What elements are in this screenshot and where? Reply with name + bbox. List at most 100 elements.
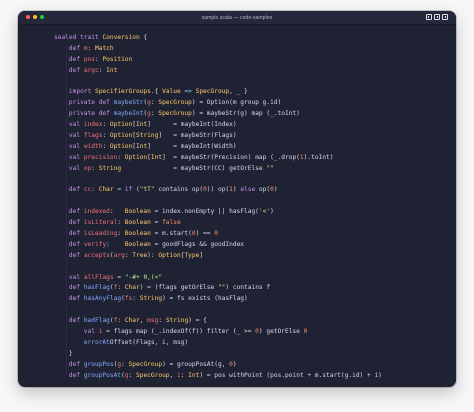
code-line[interactable]: def cc: Char = if ("tT" contains op(0)) … xyxy=(54,185,448,196)
code-token: = maybeStr(CC) getOrElse xyxy=(121,164,267,172)
code-line[interactable]: def groupPosAt(g: SpecGroup, i: Int) = p… xyxy=(54,371,448,382)
code-token: Char xyxy=(124,284,140,292)
code-token: def xyxy=(98,99,114,107)
code-token: ) = fs exists (hasFlag) xyxy=(162,295,248,303)
code-token: argc xyxy=(83,66,99,74)
code-line[interactable] xyxy=(54,262,448,273)
code-line[interactable]: val precision: Option[Int] = maybeStr(Pr… xyxy=(54,153,448,164)
code-token: String xyxy=(165,317,189,325)
right-panel-layout-icon[interactable] xyxy=(442,14,448,20)
code-token: def xyxy=(54,55,84,63)
code-token: val xyxy=(54,132,84,140)
code-token: val xyxy=(54,142,84,150)
code-token: : xyxy=(91,186,99,194)
code-line[interactable]: def isLeading: Boolean = m.start(0) == 0 xyxy=(54,229,448,240)
code-line[interactable]: def m: Match xyxy=(54,44,448,55)
code-line[interactable]: def groupPos(g: SpecGroup) = groupPosAt(… xyxy=(54,360,448,371)
code-token: = index.nonEmpty || hasFlag( xyxy=(150,208,259,216)
code-token: def xyxy=(98,110,114,118)
code-line[interactable]: val flags: Option[String] = maybeStr(Fla… xyxy=(54,131,448,142)
code-token: SpecGroup xyxy=(158,110,192,118)
code-token: SpecGroup xyxy=(158,99,192,107)
code-token: def xyxy=(54,360,84,368)
code-token: groupPos xyxy=(83,360,114,368)
code-line[interactable]: def indexed: Boolean = index.nonEmpty ||… xyxy=(54,207,448,218)
code-token: verify xyxy=(83,240,107,248)
code-token: def xyxy=(54,251,84,259)
code-token: '<' xyxy=(258,208,271,216)
code-line[interactable]: val width: Option[Int] = maybeInt(Width) xyxy=(54,142,448,153)
code-line[interactable]: def argc: Int xyxy=(54,66,448,77)
code-token: Option xyxy=(124,153,148,161)
code-line[interactable]: private def maybeStr(g: SpecGroup) = Opt… xyxy=(54,98,448,109)
code-line[interactable] xyxy=(54,175,448,186)
code-token: "tT" xyxy=(139,186,155,194)
code-line[interactable]: val op: String = maybeStr(CC) getOrElse … xyxy=(54,164,448,175)
code-token: ) = maybeStr(g) map (_.toInt) xyxy=(191,110,300,118)
code-token: val xyxy=(54,164,84,172)
code-token: ) = groupPosAt(g, xyxy=(162,360,230,368)
code-token: maybeInt xyxy=(113,110,144,118)
sidebar-layout-icon[interactable] xyxy=(426,14,432,20)
code-token: width xyxy=(83,142,103,150)
code-token: else xyxy=(240,186,256,194)
code-token: Type xyxy=(184,251,200,259)
code-token: hasFlag xyxy=(83,284,110,292)
code-editor[interactable]: sealed trait Conversion { def m: Match d… xyxy=(18,25,456,387)
code-line[interactable] xyxy=(54,196,448,207)
code-token: indexed xyxy=(83,208,110,216)
code-line[interactable]: def verify: Boolean = goodFlags && goodI… xyxy=(54,240,448,251)
code-line[interactable]: def badFlag(f: Char, msg: String) = { xyxy=(54,316,448,327)
code-token: def xyxy=(54,295,84,303)
code-line[interactable]: sealed trait Conversion { xyxy=(54,33,448,44)
minimize-dot-icon[interactable] xyxy=(33,15,37,19)
code-token: Option xyxy=(158,251,181,259)
code-token: ] xyxy=(199,251,204,259)
scala-source-code[interactable]: sealed trait Conversion { def m: Match d… xyxy=(54,33,448,382)
code-token: Match xyxy=(95,44,114,52)
code-token: Boolean xyxy=(124,219,151,227)
code-token: ).toInt) xyxy=(303,153,334,161)
code-token: sealed xyxy=(54,34,81,41)
code-token: ] = maybeStr(Flags) xyxy=(158,132,237,140)
window-titlebar: sample.scala — code-samples xyxy=(18,11,456,25)
code-token: val xyxy=(54,328,99,336)
window-controls xyxy=(26,15,44,19)
code-token: Position xyxy=(102,55,133,63)
code-line[interactable]: def accepts(arg: Tree): Option[Type] xyxy=(54,251,448,262)
zoom-dot-icon[interactable] xyxy=(40,15,44,19)
code-token: SpecGroup xyxy=(136,371,170,379)
code-token: contains op( xyxy=(154,186,204,194)
code-line[interactable]: errorAtOffset(Flags, i, msg) xyxy=(54,338,448,349)
code-token: Offset(Flags, i, msg) xyxy=(109,338,189,346)
code-token: ) xyxy=(270,208,274,216)
code-token: accepts xyxy=(83,251,110,259)
code-line[interactable]: def hasAnyFlag(fs: String) = fs exists (… xyxy=(54,294,448,305)
code-line[interactable]: val index: Option[Int] = maybeInt(Index) xyxy=(54,120,448,131)
code-line[interactable] xyxy=(54,77,448,88)
split-layout-icon[interactable] xyxy=(434,14,440,20)
code-token: def xyxy=(54,208,84,216)
code-token: = xyxy=(113,273,125,281)
code-line[interactable]: def hasFlag(f: Char) = (flags getOrElse … xyxy=(54,283,448,294)
code-token: precision xyxy=(83,153,118,161)
code-line[interactable]: def pos: Position xyxy=(54,55,448,66)
code-token: Conversion xyxy=(102,34,140,41)
code-token: ) xyxy=(273,186,278,194)
code-line[interactable]: val allFlags = "-#+ 0,(<" xyxy=(54,273,448,284)
code-token: ) = (flags getOrElse xyxy=(139,284,218,292)
code-token: def xyxy=(54,44,84,52)
code-token: def xyxy=(54,230,84,238)
code-line[interactable]: import SpecifierGroups.{ Value => SpecGr… xyxy=(54,87,448,98)
code-token: val xyxy=(54,273,84,281)
code-line[interactable] xyxy=(54,305,448,316)
code-token: : xyxy=(128,371,136,379)
code-line[interactable]: private def maybeInt(g: SpecGroup) = may… xyxy=(54,109,448,120)
code-line[interactable]: } xyxy=(54,349,448,360)
code-token: { xyxy=(139,34,148,41)
code-token: ): xyxy=(147,251,159,259)
close-dot-icon[interactable] xyxy=(26,15,30,19)
window-title: sample.scala — code-samples xyxy=(201,14,273,21)
code-line[interactable]: def isLiteral: Boolean = false xyxy=(54,218,448,229)
code-line[interactable]: val i = flags map (_.indexOf(f)) filter … xyxy=(54,327,448,338)
